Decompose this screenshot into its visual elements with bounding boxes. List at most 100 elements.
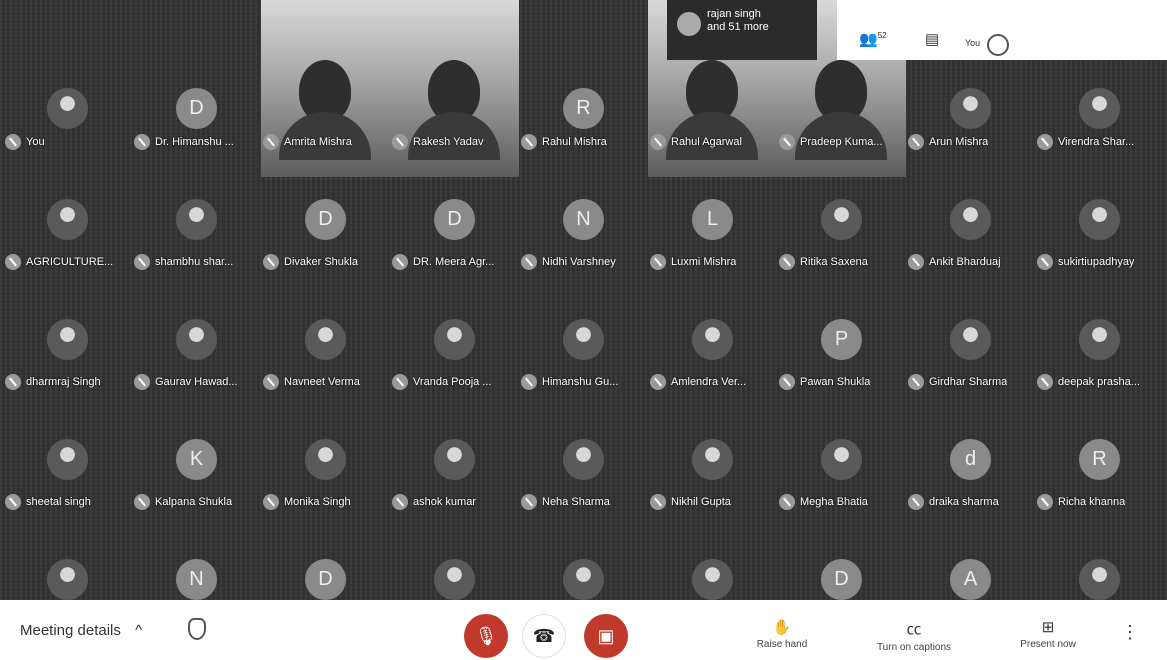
- participant-tile[interactable]: Neha Sharma: [519, 417, 648, 537]
- chat-icon[interactable]: ▤: [925, 30, 939, 48]
- participant-name: Neha Sharma: [542, 496, 610, 508]
- participant-name: Amrita Mishra: [284, 136, 352, 148]
- participant-tile[interactable]: D Dr. Himanshu ...: [132, 0, 261, 177]
- participant-name: Nikhil Gupta: [671, 496, 731, 508]
- mic-off-icon: [134, 254, 150, 270]
- avatar: [563, 439, 604, 480]
- avatar: [692, 439, 733, 480]
- avatar: [305, 319, 346, 360]
- participant-tile[interactable]: d draika sharma: [906, 417, 1035, 537]
- participant-tile[interactable]: dharmraj Singh: [3, 297, 132, 417]
- avatar: D: [821, 559, 862, 600]
- shield-icon[interactable]: [188, 618, 206, 640]
- participant-tile[interactable]: Amrita Mishra: [261, 0, 390, 177]
- participant-tile[interactable]: D DR. Meera Agr...: [390, 177, 519, 297]
- participant-name-row: Ankit Bharduaj: [908, 251, 1033, 273]
- participant-tile[interactable]: R Rahul Mishra: [519, 0, 648, 177]
- participant-name: Girdhar Sharma: [929, 376, 1008, 388]
- participant-tile[interactable]: Ritika Saxena: [777, 177, 906, 297]
- mic-off-icon: [134, 374, 150, 390]
- more-options-icon[interactable]: ⋮: [1121, 622, 1139, 643]
- avatar: [692, 319, 733, 360]
- people-count: 52: [877, 31, 887, 40]
- participant-tile[interactable]: Nikhil Gupta: [648, 417, 777, 537]
- avatar: [434, 439, 475, 480]
- participant-tile[interactable]: Gaurav Hawad...: [132, 297, 261, 417]
- avatar: [821, 439, 862, 480]
- participant-tile[interactable]: R Richa khanna: [1035, 417, 1164, 537]
- participant-name: Rahul Mishra: [542, 136, 607, 148]
- participant-tile[interactable]: P Pawan Shukla: [777, 297, 906, 417]
- participant-name-row: Dr. Himanshu ...: [134, 131, 259, 153]
- participant-tile[interactable]: Rakesh Yadav: [390, 0, 519, 177]
- avatar: D: [176, 88, 217, 129]
- participant-name-row: draika sharma: [908, 491, 1033, 513]
- participant-tile[interactable]: ashok kumar: [390, 417, 519, 537]
- participant-tile[interactable]: D Divaker Shukla: [261, 177, 390, 297]
- present-now-button[interactable]: ⊞ Present now: [1010, 618, 1086, 650]
- mic-off-icon: [1037, 494, 1053, 510]
- participant-name-row: Navneet Verma: [263, 371, 388, 393]
- chip-line1: rajan singh: [707, 8, 761, 20]
- meeting-details-button[interactable]: Meeting details ^: [20, 622, 142, 639]
- participant-name: Himanshu Gu...: [542, 376, 619, 388]
- participant-tile[interactable]: Navneet Verma: [261, 297, 390, 417]
- participant-name: AGRICULTURE...: [26, 256, 114, 268]
- avatar: [47, 88, 88, 129]
- participant-tile[interactable]: Amlendra Ver...: [648, 297, 777, 417]
- avatar: [950, 88, 991, 129]
- mic-toggle-button[interactable]: 🎙: [464, 614, 508, 658]
- participant-tile[interactable]: Vranda Pooja ...: [390, 297, 519, 417]
- participant-name-row: sukirtiupadhyay: [1037, 251, 1162, 273]
- mic-off-icon: [134, 134, 150, 150]
- participant-tile[interactable]: AGRICULTURE...: [3, 177, 132, 297]
- avatar: D: [434, 199, 475, 240]
- participant-name: Ritika Saxena: [800, 256, 868, 268]
- avatar: d: [950, 439, 991, 480]
- participant-name-row: Pradeep Kuma...: [779, 131, 904, 153]
- raise-hand-button[interactable]: ✋ Raise hand: [752, 618, 812, 650]
- participant-name: sheetal singh: [26, 496, 91, 508]
- avatar: [176, 199, 217, 240]
- participant-tile[interactable]: N Nidhi Varshney: [519, 177, 648, 297]
- participant-name: sukirtiupadhyay: [1058, 256, 1135, 268]
- mic-off-icon: [5, 374, 21, 390]
- participant-name: Richa khanna: [1058, 496, 1126, 508]
- avatar: [305, 439, 346, 480]
- avatar: [563, 559, 604, 600]
- participant-tile[interactable]: K Kalpana Shukla: [132, 417, 261, 537]
- avatar: [47, 559, 88, 600]
- avatar[interactable]: [987, 34, 1009, 56]
- participant-name-row: Monika Singh: [263, 491, 388, 513]
- participant-tile[interactable]: L Luxmi Mishra: [648, 177, 777, 297]
- participant-name-row: Kalpana Shukla: [134, 491, 259, 513]
- raise-hand-label: Raise hand: [756, 639, 808, 650]
- participant-name-row: Amlendra Ver...: [650, 371, 775, 393]
- avatar: [692, 559, 733, 600]
- participant-tile[interactable]: sukirtiupadhyay: [1035, 177, 1164, 297]
- participant-tile[interactable]: shambhu shar...: [132, 177, 261, 297]
- participant-tile[interactable]: You: [3, 0, 132, 177]
- participant-tile[interactable]: Ankit Bharduaj: [906, 177, 1035, 297]
- hang-up-button[interactable]: ☎: [522, 614, 566, 658]
- mic-off-icon: [908, 134, 924, 150]
- mic-off-icon: [779, 374, 795, 390]
- participant-tile[interactable]: sheetal singh: [3, 417, 132, 537]
- captions-button[interactable]: ㏄ Turn on captions: [864, 618, 964, 653]
- participant-name-row: Girdhar Sharma: [908, 371, 1033, 393]
- participant-name: Monika Singh: [284, 496, 351, 508]
- mic-off-icon: [650, 134, 666, 150]
- participant-tile[interactable]: Monika Singh: [261, 417, 390, 537]
- mic-off-icon: [5, 494, 21, 510]
- participant-tile[interactable]: deepak prasha...: [1035, 297, 1164, 417]
- camera-off-icon: ▣: [597, 625, 615, 646]
- camera-toggle-button[interactable]: ▣: [584, 614, 628, 658]
- participant-tile[interactable]: Megha Bhatia: [777, 417, 906, 537]
- avatar: [1079, 88, 1120, 129]
- avatar: D: [305, 199, 346, 240]
- participant-tile[interactable]: Himanshu Gu...: [519, 297, 648, 417]
- people-icon[interactable]: 👥52: [859, 30, 887, 48]
- speaker-chip[interactable]: rajan singh and 51 more: [667, 0, 817, 60]
- participant-tile[interactable]: Girdhar Sharma: [906, 297, 1035, 417]
- participant-name: Kalpana Shukla: [155, 496, 233, 508]
